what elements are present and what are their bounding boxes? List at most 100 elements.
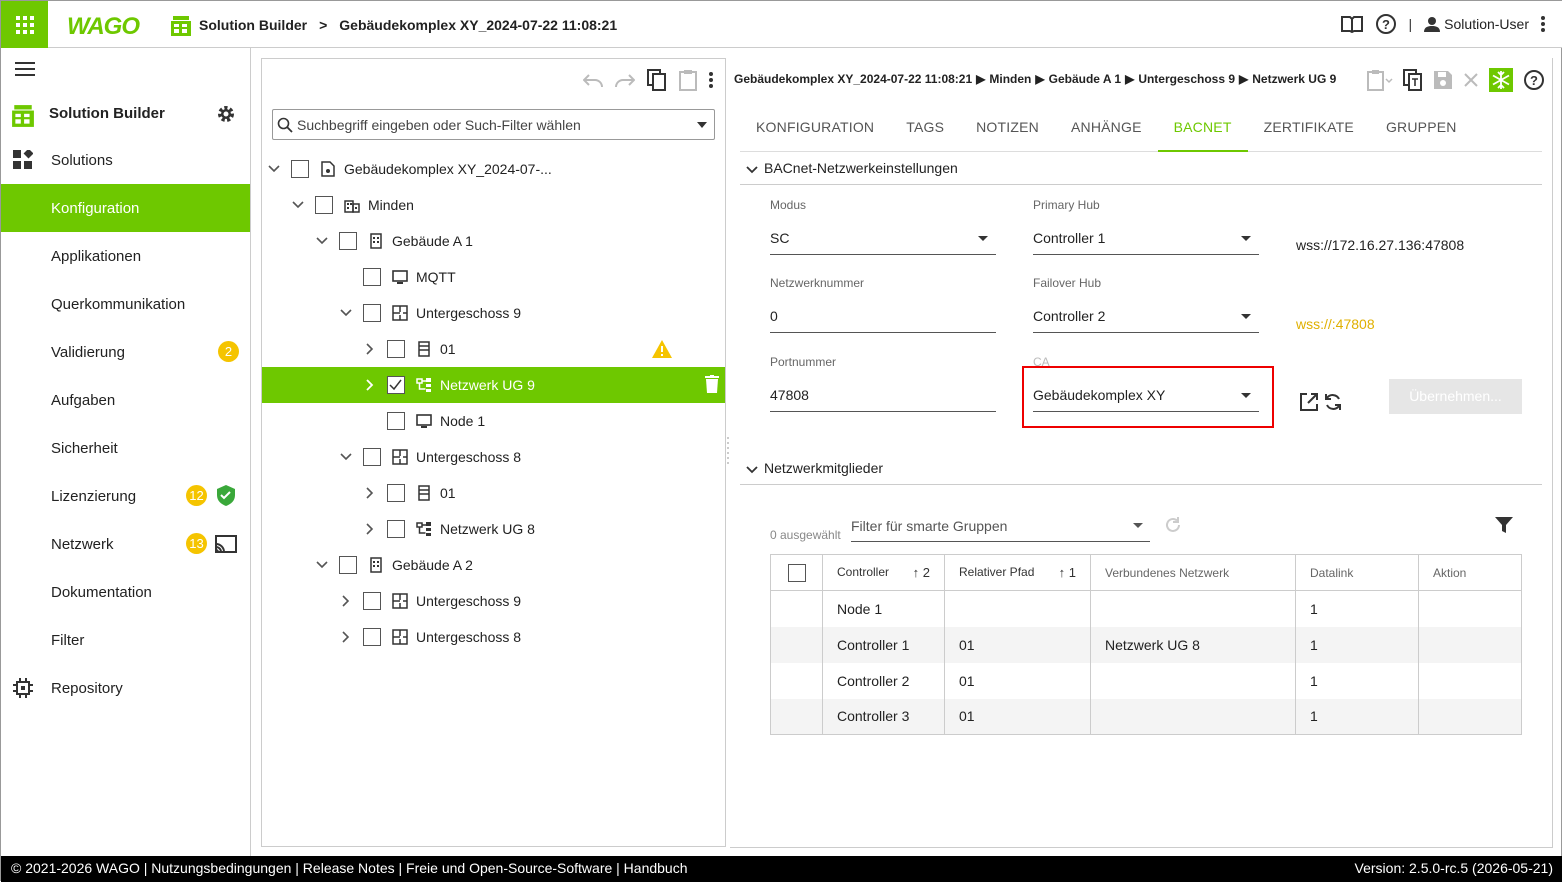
tree-node[interactable]: Gebäude A 2 — [262, 547, 725, 583]
tree-checkbox[interactable] — [387, 340, 405, 358]
select-all-cell[interactable] — [770, 554, 823, 591]
trash-icon[interactable] — [705, 375, 719, 393]
table-row[interactable]: Node 1 1 — [770, 590, 1522, 627]
tree-node[interactable]: Untergeschoss 8 — [262, 439, 725, 475]
user-name[interactable]: Solution-User — [1444, 16, 1529, 32]
netzwerknummer-field[interactable]: Netzwerknummer 0 — [770, 276, 996, 334]
reload-icon[interactable] — [1164, 516, 1182, 534]
tab-tags[interactable]: TAGS — [890, 108, 960, 152]
tree-search-input[interactable]: Suchbegriff eingeben oder Such-Filter wä… — [272, 109, 715, 140]
sidebar-item-querkommunikation[interactable]: Querkommunikation — [1, 280, 250, 328]
row-select-cell[interactable] — [770, 662, 823, 699]
footer-links[interactable]: © 2021-2026 WAGO | Nutzungsbedingungen |… — [11, 860, 688, 876]
menu-icon[interactable] — [15, 62, 35, 76]
row-select-cell[interactable] — [770, 626, 823, 663]
detail-breadcrumb-item[interactable]: Minden — [989, 72, 1031, 86]
tab-bacnet[interactable]: BACNET — [1157, 108, 1248, 152]
portnummer-field[interactable]: Portnummer 47808 — [770, 355, 996, 413]
tree-node[interactable]: 01 — [262, 475, 725, 511]
sidebar-item-repository[interactable]: Repository — [1, 664, 250, 712]
tree-checkbox[interactable] — [363, 304, 381, 322]
sidebar-item-filter[interactable]: Filter — [1, 616, 250, 664]
sidebar-item-applikationen[interactable]: Applikationen — [1, 232, 250, 280]
tree-node[interactable]: Untergeschoss 8 — [262, 619, 725, 655]
primary-hub-select[interactable]: Primary Hub Controller 1 — [1033, 198, 1259, 256]
chevron-right-icon[interactable] — [364, 487, 376, 499]
chevron-down-icon[interactable] — [316, 235, 328, 247]
tree-node[interactable]: Untergeschoss 9 — [262, 295, 725, 331]
members-section-header[interactable]: Netzwerkmitglieder — [740, 453, 1542, 485]
gear-icon[interactable] — [216, 104, 236, 124]
tree-checkbox[interactable] — [315, 196, 333, 214]
tree-checkbox[interactable] — [363, 268, 381, 286]
tree-checkbox-checked[interactable] — [387, 376, 405, 394]
sidebar-item-sicherheit[interactable]: Sicherheit — [1, 424, 250, 472]
sidebar-item-netzwerk[interactable]: Netzwerk 13 — [1, 520, 250, 568]
open-external-icon[interactable] — [1299, 392, 1319, 412]
help-icon[interactable]: ? — [1375, 13, 1397, 35]
tree-checkbox[interactable] — [387, 484, 405, 502]
table-row[interactable]: Controller 3 01 1 — [770, 698, 1522, 735]
tree-checkbox[interactable] — [387, 412, 405, 430]
sidebar-item-lizenzierung[interactable]: Lizenzierung 12 — [1, 472, 250, 520]
chevron-right-icon[interactable] — [364, 523, 376, 535]
failover-hub-select[interactable]: Failover Hub Controller 2 — [1033, 276, 1259, 334]
modus-select[interactable]: Modus SC — [770, 198, 996, 256]
tree-checkbox[interactable] — [363, 592, 381, 610]
sidebar-item-aufgaben[interactable]: Aufgaben — [1, 376, 250, 424]
tree-node[interactable]: Gebäudekomplex XY_2024-07-... — [262, 151, 725, 187]
tree-node[interactable]: Netzwerk UG 8 — [262, 511, 725, 547]
detail-breadcrumb-item[interactable]: Gebäude A 1 — [1049, 72, 1121, 86]
detail-breadcrumb-item[interactable]: Netzwerk UG 9 — [1252, 72, 1336, 86]
filter-icon[interactable] — [1495, 517, 1513, 533]
more-vert-icon[interactable] — [709, 71, 713, 89]
chevron-right-icon[interactable] — [364, 379, 376, 391]
chevron-down-icon[interactable] — [268, 163, 280, 175]
select-all-checkbox[interactable] — [787, 563, 806, 582]
detail-breadcrumb-item[interactable]: Untergeschoss 9 — [1138, 72, 1235, 86]
sidebar-item-validierung[interactable]: Validierung 2 — [1, 328, 250, 376]
sidebar-item-solutions[interactable]: Solutions — [1, 136, 250, 184]
tab-zertifikate[interactable]: ZERTIFIKATE — [1248, 108, 1370, 152]
tree-checkbox[interactable] — [363, 448, 381, 466]
column-header-controller[interactable]: Controller ↑ 2 — [822, 554, 945, 591]
tree-checkbox[interactable] — [291, 160, 309, 178]
paste-icon[interactable] — [679, 69, 697, 91]
tree-node[interactable]: 01 — [262, 331, 725, 367]
row-select-cell[interactable] — [770, 590, 823, 627]
column-header-datalink[interactable]: Datalink — [1295, 554, 1419, 591]
refresh-icon[interactable] — [1323, 392, 1343, 412]
tree-node[interactable]: MQTT — [262, 259, 725, 295]
row-select-cell[interactable] — [770, 698, 823, 735]
manual-book-icon[interactable] — [1340, 15, 1363, 33]
tree-checkbox[interactable] — [363, 628, 381, 646]
breadcrumb-app[interactable]: Solution Builder — [199, 17, 307, 33]
app-launcher-button[interactable] — [1, 1, 48, 48]
sidebar-item-dokumentation[interactable]: Dokumentation — [1, 568, 250, 616]
table-row[interactable]: Controller 2 01 1 — [770, 662, 1522, 699]
column-header-network[interactable]: Verbundenes Netzwerk — [1090, 554, 1296, 591]
more-vert-icon[interactable] — [1541, 16, 1545, 32]
breadcrumb-project[interactable]: Gebäudekomplex XY_2024-07-22 11:08:21 — [339, 17, 617, 33]
tab-gruppen[interactable]: GRUPPEN — [1370, 108, 1473, 152]
copy-icon[interactable] — [647, 69, 667, 91]
tree-checkbox[interactable] — [387, 520, 405, 538]
chevron-down-icon[interactable] — [340, 307, 352, 319]
tree-node[interactable]: Minden — [262, 187, 725, 223]
tree-node[interactable]: Node 1 — [262, 403, 725, 439]
chevron-down-icon[interactable] — [292, 199, 304, 211]
chevron-right-icon[interactable] — [364, 343, 376, 355]
chevron-down-icon[interactable] — [697, 122, 707, 128]
copy-template-icon[interactable] — [1403, 69, 1423, 91]
tab-anhaenge[interactable]: ANHÄNGE — [1055, 108, 1158, 152]
paste-special-icon[interactable] — [1367, 69, 1393, 91]
save-icon[interactable] — [1433, 70, 1453, 90]
close-icon[interactable] — [1463, 72, 1479, 88]
chevron-right-icon[interactable] — [340, 595, 352, 607]
column-header-path[interactable]: Relativer Pfad ↑ 1 — [944, 554, 1091, 591]
tree-node[interactable]: Untergeschoss 9 — [262, 583, 725, 619]
apply-button[interactable]: Übernehmen... — [1389, 379, 1522, 414]
smart-group-filter-select[interactable]: Filter für smarte Gruppen — [851, 510, 1150, 542]
detail-breadcrumb-item[interactable]: Gebäudekomplex XY_2024-07-22 11:08:21 — [734, 72, 972, 86]
redo-icon[interactable] — [615, 73, 635, 87]
